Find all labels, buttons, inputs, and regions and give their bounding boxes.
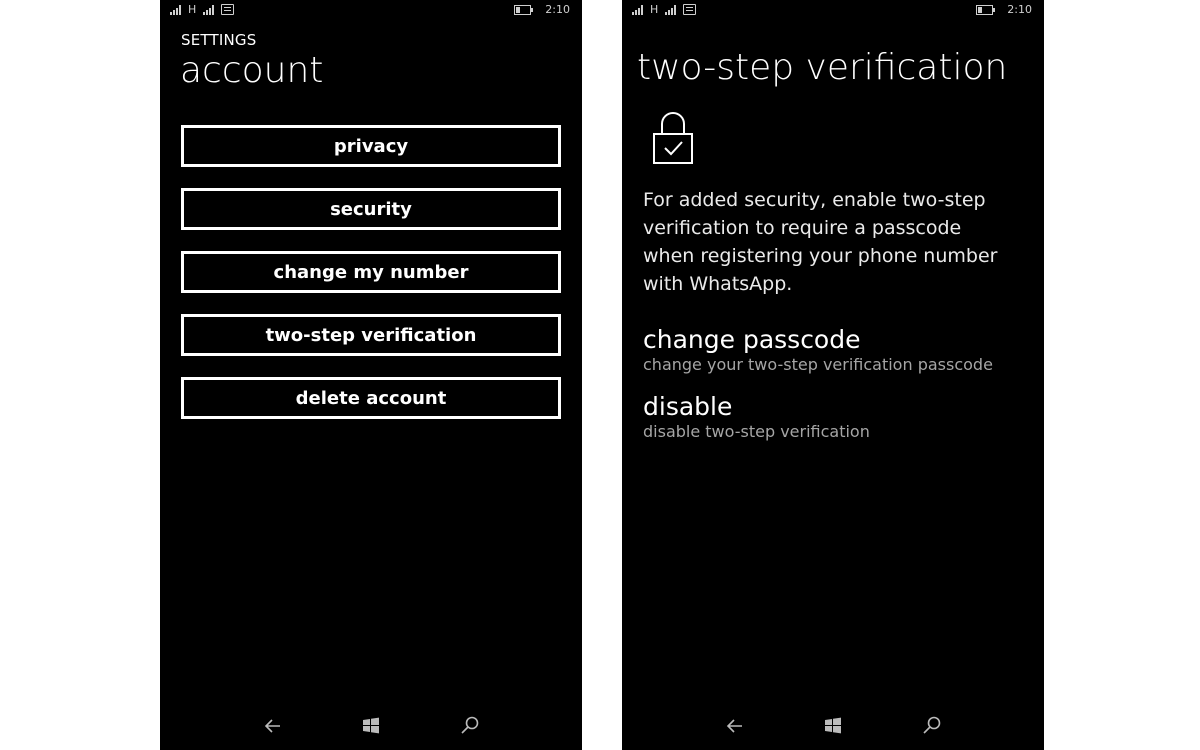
- disable-option[interactable]: disable disable two-step verification: [643, 392, 1023, 442]
- change-number-button[interactable]: change my number: [181, 251, 561, 293]
- back-arrow-icon[interactable]: [722, 712, 750, 740]
- privacy-button[interactable]: privacy: [181, 125, 561, 167]
- description-text: For added security, enable two-step veri…: [643, 189, 998, 295]
- security-button[interactable]: security: [181, 188, 561, 230]
- option-subtitle: change your two-step verification passco…: [643, 355, 993, 374]
- signal-icon: [632, 4, 643, 15]
- signal-icon: [203, 4, 215, 15]
- signal-icon: [665, 4, 677, 15]
- network-type: H: [650, 3, 659, 16]
- option-title: change passcode: [643, 325, 861, 354]
- navigation-bar: [622, 702, 1044, 750]
- message-icon: [221, 4, 235, 15]
- settings-header: SETTINGS: [181, 31, 257, 49]
- page-title: two-step verification: [637, 47, 1008, 88]
- status-bar: H 2:10: [622, 0, 1044, 20]
- search-icon[interactable]: [456, 712, 484, 740]
- network-type: H: [188, 3, 197, 16]
- phone-screen-account: H 2:10 SETTINGS account privacy security…: [160, 0, 582, 750]
- windows-start-icon[interactable]: [819, 712, 847, 740]
- lock-check-icon: [651, 110, 695, 166]
- navigation-bar: [160, 702, 582, 750]
- search-icon[interactable]: [918, 712, 946, 740]
- option-title: disable: [643, 392, 733, 421]
- signal-icon: [170, 4, 181, 15]
- battery-icon: [976, 4, 996, 15]
- back-arrow-icon[interactable]: [260, 712, 288, 740]
- windows-start-icon[interactable]: [357, 712, 385, 740]
- phone-screen-two-step: H 2:10 two-step verification For added s…: [622, 0, 1044, 750]
- change-passcode-option[interactable]: change passcode change your two-step ver…: [643, 325, 1023, 375]
- option-subtitle: disable two-step verification: [643, 422, 870, 441]
- page-title: account: [180, 50, 324, 91]
- status-bar: H 2:10: [160, 0, 582, 20]
- clock: 2:10: [1007, 3, 1032, 16]
- two-step-verification-button[interactable]: two-step verification: [181, 314, 561, 356]
- clock: 2:10: [545, 3, 570, 16]
- battery-icon: [514, 4, 534, 15]
- delete-account-button[interactable]: delete account: [181, 377, 561, 419]
- account-menu: privacy security change my number two-st…: [181, 125, 561, 440]
- message-icon: [683, 4, 697, 15]
